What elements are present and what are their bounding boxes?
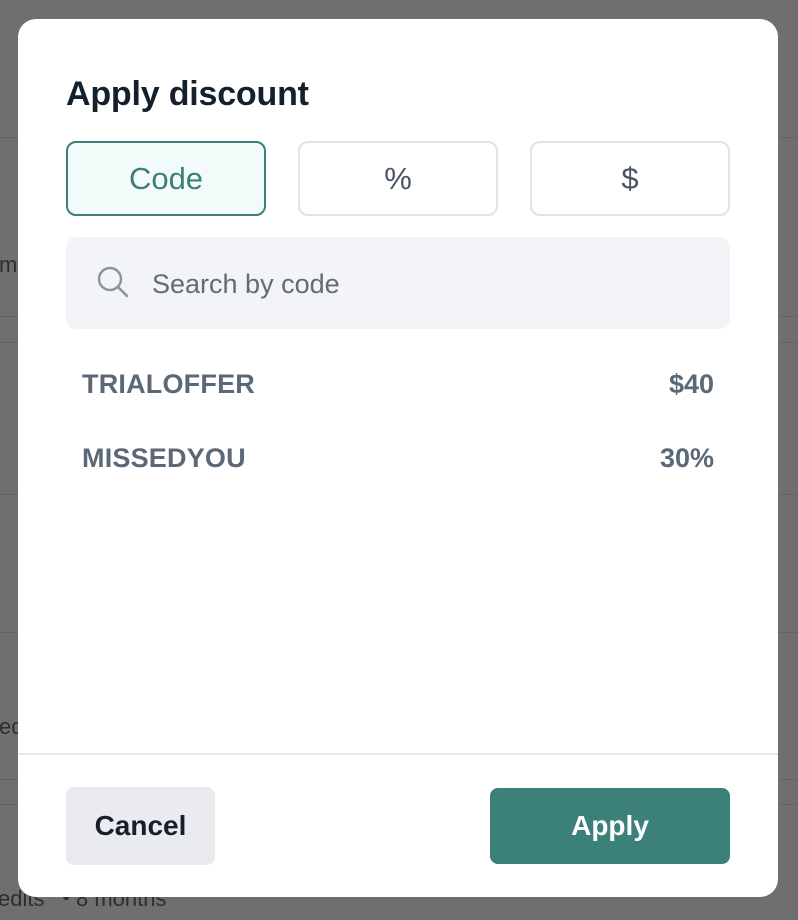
search-field[interactable] bbox=[66, 237, 730, 329]
search-input[interactable] bbox=[150, 259, 714, 309]
apply-discount-dialog: Apply discount Code % $ TRIALOFFER $40 M… bbox=[18, 19, 778, 897]
apply-button[interactable]: Apply bbox=[490, 788, 730, 864]
discount-type-label: Code bbox=[128, 160, 204, 196]
apply-button-label: Apply bbox=[571, 810, 649, 841]
discount-type-label: $ bbox=[621, 160, 639, 196]
footer-divider bbox=[18, 753, 778, 755]
discount-code-name: TRIALOFFER bbox=[82, 369, 255, 399]
discount-type-label: % bbox=[384, 160, 412, 196]
discount-code-name: MISSEDYOU bbox=[82, 443, 246, 473]
discount-code-item[interactable]: TRIALOFFER $40 bbox=[66, 349, 730, 423]
search-icon bbox=[97, 266, 129, 298]
cancel-button-label: Cancel bbox=[94, 810, 187, 841]
discount-code-value: $40 bbox=[668, 369, 714, 399]
discount-code-item[interactable]: MISSEDYOU 30% bbox=[66, 423, 730, 497]
discount-type-percent-button[interactable]: % bbox=[298, 141, 498, 216]
discount-type-amount-button[interactable]: $ bbox=[530, 141, 730, 216]
discount-code-list: TRIALOFFER $40 MISSEDYOU 30% bbox=[66, 349, 730, 497]
cancel-button[interactable]: Cancel bbox=[66, 787, 215, 865]
dialog-title: Apply discount bbox=[66, 75, 309, 113]
discount-type-code-button[interactable]: Code bbox=[66, 141, 266, 216]
discount-code-value: 30% bbox=[659, 443, 714, 473]
